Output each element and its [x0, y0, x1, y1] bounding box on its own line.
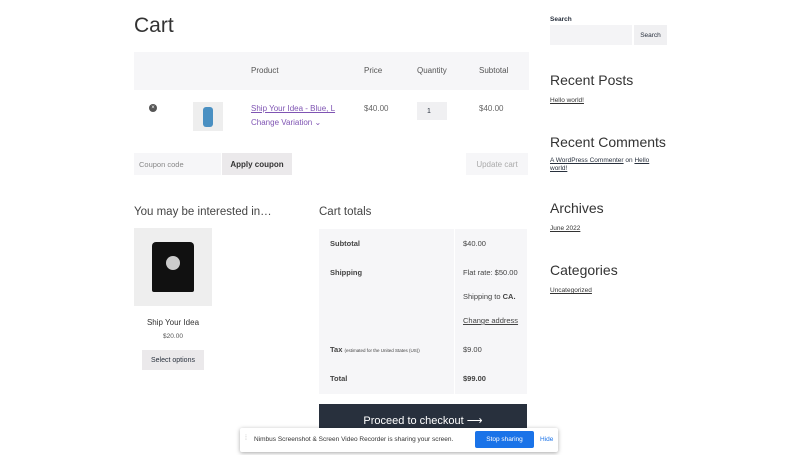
- item-subtotal: $40.00: [479, 104, 504, 113]
- categories-heading: Categories: [550, 262, 618, 278]
- crosssell-heading: You may be interested in…: [134, 206, 272, 218]
- tax-value: $9.00: [463, 345, 482, 354]
- total-value: $99.00: [463, 374, 486, 383]
- drag-handle-icon[interactable]: ⁞: [245, 435, 247, 442]
- recent-post-link[interactable]: Hello world!: [550, 97, 584, 104]
- change-variation-label: Change Variation: [251, 118, 313, 127]
- commenter-link[interactable]: A WordPress Commenter: [550, 157, 624, 164]
- tax-label: Tax: [330, 345, 343, 354]
- th-subtotal: Subtotal: [479, 66, 509, 75]
- change-address-link[interactable]: Change address: [463, 316, 518, 325]
- cart-totals-heading: Cart totals: [319, 206, 372, 218]
- quantity-input[interactable]: 1: [417, 102, 447, 120]
- crosssell-price: $20.00: [163, 333, 183, 340]
- subtotal-label: Subtotal: [330, 239, 360, 248]
- th-quantity: Quantity: [417, 66, 447, 75]
- total-label: Total: [330, 374, 348, 383]
- coupon-code-input[interactable]: Coupon code: [134, 153, 221, 175]
- share-message: Nimbus Screenshot & Screen Video Recorde…: [254, 436, 454, 443]
- stop-sharing-button[interactable]: Stop sharing: [475, 431, 534, 448]
- recent-comment: A WordPress Commenter on Hello world!: [550, 157, 660, 173]
- update-cart-button[interactable]: Update cart: [466, 153, 528, 175]
- shipping-dest: CA.: [502, 292, 516, 301]
- cart-totals-table: [319, 229, 527, 394]
- tax-note: (estimated for the United States (US)): [344, 348, 420, 353]
- subtotal-value: $40.00: [463, 239, 486, 248]
- apply-coupon-button[interactable]: Apply coupon: [222, 153, 292, 175]
- th-product: Product: [251, 66, 279, 75]
- hide-button[interactable]: Hide: [540, 436, 553, 443]
- shipping-label: Shipping: [330, 268, 363, 277]
- recent-posts-heading: Recent Posts: [550, 72, 634, 88]
- product-link[interactable]: Ship Your Idea - Blue, L: [251, 104, 335, 113]
- category-link[interactable]: Uncategorized: [550, 287, 592, 294]
- arrow-right-icon: ⟶: [466, 415, 483, 427]
- remove-item-icon[interactable]: ×: [149, 104, 157, 112]
- search-input[interactable]: [550, 25, 632, 45]
- crosssell-product-name[interactable]: Ship Your Idea: [134, 318, 212, 327]
- search-label: Search: [550, 16, 572, 23]
- select-options-button[interactable]: Select options: [142, 350, 204, 370]
- recent-comments-heading: Recent Comments: [550, 134, 666, 150]
- product-thumbnail[interactable]: [193, 102, 223, 131]
- item-price: $40.00: [364, 104, 389, 113]
- shipping-to-label: Shipping to: [463, 292, 501, 301]
- change-variation-link[interactable]: Change Variation ⌄: [251, 118, 321, 127]
- page-title: Cart: [134, 14, 174, 37]
- archive-link[interactable]: June 2022: [550, 225, 580, 232]
- th-price: Price: [364, 66, 383, 75]
- tax-row-label: Tax (estimated for the United States (US…: [330, 345, 420, 354]
- shipping-rate: Flat rate: $50.00: [463, 268, 518, 277]
- crosssell-image[interactable]: [134, 228, 212, 306]
- screen-share-bar: ⁞ Nimbus Screenshot & Screen Video Recor…: [240, 428, 558, 452]
- shipping-destination: Shipping to CA.: [463, 292, 516, 301]
- cart-table-header: [134, 52, 529, 90]
- chevron-down-icon: ⌄: [314, 118, 322, 127]
- on-text: on: [625, 157, 633, 164]
- search-button[interactable]: Search: [634, 25, 667, 45]
- archives-heading: Archives: [550, 200, 604, 216]
- checkout-label: Proceed to checkout: [363, 415, 464, 427]
